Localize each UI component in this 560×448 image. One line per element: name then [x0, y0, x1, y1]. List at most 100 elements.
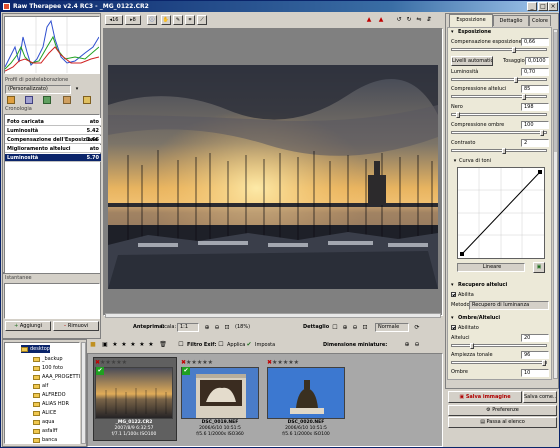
sh-tonal-width-slider[interactable]	[451, 360, 547, 366]
zoom-8-button[interactable]: ▸8	[125, 15, 141, 25]
thumb-zoom-in-icon[interactable]: ⊕	[403, 341, 411, 349]
save-profile-icon[interactable]	[25, 96, 33, 104]
flip-horizontal-icon[interactable]: ⇋	[415, 16, 423, 24]
slider-knob[interactable]	[542, 360, 546, 366]
thumb-zoom-out-icon[interactable]: ⊖	[413, 341, 421, 349]
maximize-button[interactable]: □	[538, 2, 548, 11]
set-check-icon[interactable]: ✔	[245, 341, 253, 349]
slider-knob[interactable]	[540, 130, 544, 136]
slider-knob[interactable]	[514, 77, 518, 83]
preferences-button[interactable]: ⚙ Preferenze	[448, 405, 557, 416]
brightness-field[interactable]: 0,70	[521, 68, 549, 76]
right-panel-scrollbar[interactable]	[553, 29, 558, 379]
tree-item[interactable]: alf	[33, 382, 48, 390]
preview-scrollbar[interactable]	[105, 313, 441, 318]
add-snapshot-button[interactable]: + Aggiungi	[5, 321, 51, 331]
tone-curve-editor[interactable]	[457, 167, 545, 259]
detail-refresh-icon[interactable]: ⟳	[413, 324, 421, 332]
black-field[interactable]: 198	[521, 103, 549, 111]
tab-exposure[interactable]: Esposizione	[449, 14, 493, 27]
hand-tool-icon[interactable]: ✋	[161, 15, 171, 25]
save-curve-icon[interactable]: ▣	[533, 262, 545, 273]
tree-item[interactable]: ALFREDO	[33, 391, 66, 399]
preview-area[interactable]	[103, 28, 443, 316]
section-header-highlight-recovery[interactable]: ▾ Recupero alteluci	[449, 281, 549, 290]
paste-profile-icon[interactable]	[63, 96, 71, 104]
section-header-exposure[interactable]: ▾ Esposizione	[449, 28, 549, 37]
tree-scrollbar[interactable]	[81, 342, 86, 444]
tab-color[interactable]: Colore	[529, 15, 551, 26]
tree-item[interactable]: aqua	[33, 418, 54, 426]
checkbox-checked-icon[interactable]	[451, 325, 456, 330]
close-button[interactable]: ×	[548, 2, 558, 11]
detail-mode-select[interactable]: Normale	[375, 323, 409, 332]
star-icon[interactable]: ★	[122, 359, 127, 366]
history-row[interactable]: Foto caricata ato	[5, 118, 101, 126]
zoom-fit-icon[interactable]: ⊡	[223, 324, 231, 332]
trash-icon[interactable]: 🗑	[159, 341, 167, 349]
zoom-in-icon[interactable]: ⊕	[203, 324, 211, 332]
tab-detail[interactable]: Dettaglio	[493, 15, 529, 26]
detail-zoom-out-icon[interactable]: ⊖	[351, 324, 359, 332]
slider-knob[interactable]	[522, 94, 526, 100]
star-icon[interactable]: ★	[208, 359, 213, 366]
tree-item[interactable]: asfalff	[33, 427, 57, 435]
star-3-icon[interactable]: ★	[129, 341, 137, 349]
remove-snapshot-button[interactable]: – Rimuovi	[53, 321, 99, 331]
tree-item-root[interactable]: desktop	[21, 345, 50, 353]
detail-zoom-in-icon[interactable]: ⊕	[341, 324, 349, 332]
star-icon[interactable]: ★	[294, 359, 299, 366]
exp-comp-field[interactable]: 0,66	[521, 38, 549, 46]
sh-enable-checkbox[interactable]: Abilitato	[451, 325, 479, 332]
rotate-left-icon[interactable]: ↺	[395, 16, 403, 24]
open-profile-icon[interactable]	[7, 96, 15, 104]
zoom-out-icon[interactable]: ⊖	[213, 324, 221, 332]
history-row[interactable]: Luminosità 5.42	[5, 127, 101, 135]
sh-highlights-field[interactable]: 20	[521, 334, 549, 342]
star-1-icon[interactable]: ★	[111, 341, 119, 349]
crop-icon[interactable]: ⌗	[185, 15, 195, 25]
contrast-slider[interactable]	[451, 148, 547, 154]
scroll-thumb[interactable]	[554, 32, 557, 152]
tree-item[interactable]: ALICE	[33, 409, 56, 417]
rotate-right-icon[interactable]: ↻	[405, 16, 413, 24]
thumbnail-item[interactable]: ✖★★★★★ ✔ DSC_0019.NEF 2006/6/10 10:51:5 …	[179, 359, 261, 439]
thumbnail-item[interactable]: ✖★★★★★ DSC_0020.NEF 2006/6/10 10:51:5 f/…	[265, 359, 347, 439]
curve-type-select[interactable]: Lineare	[457, 263, 525, 272]
folder-icon[interactable]: ■	[89, 341, 97, 349]
slider-knob[interactable]	[512, 47, 516, 53]
chevron-down-icon[interactable]: ▾	[73, 85, 81, 93]
apply-checkbox-icon[interactable]: ☐	[217, 341, 225, 349]
detail-checkbox-icon[interactable]: ☐	[331, 324, 339, 332]
tree-item[interactable]: banca	[33, 436, 57, 444]
slider-knob[interactable]	[470, 343, 474, 349]
tree-item[interactable]: AAA_PROGETTI	[33, 373, 80, 381]
hr-enable-checkbox[interactable]: Abilita	[451, 292, 474, 299]
black-slider[interactable]	[451, 112, 547, 118]
section-header-shadows-highlights[interactable]: ▾ Ombre/Alteluci	[449, 314, 549, 323]
sh-highlights-slider[interactable]	[451, 343, 547, 349]
tree-item[interactable]: 100 foto	[33, 364, 63, 372]
highlight-comp-slider[interactable]	[451, 94, 547, 100]
copy-profile-icon[interactable]	[43, 96, 51, 104]
star-5-icon[interactable]: ★	[147, 341, 155, 349]
star-2-icon[interactable]: ★	[120, 341, 128, 349]
chevron-down-icon[interactable]: ▾	[451, 157, 459, 165]
checkbox-checked-icon[interactable]	[451, 292, 456, 297]
profile-select[interactable]: (Personalizzato)	[5, 85, 71, 94]
slider-knob[interactable]	[456, 112, 460, 118]
scale-select[interactable]: 1:1	[177, 323, 199, 332]
thumbnail-item-selected[interactable]: ✖★★★★★ ✔ _MG_0122.CR2 2007/8/9 6:32:57 f…	[93, 357, 177, 441]
straighten-icon[interactable]: ⟋	[197, 15, 207, 25]
sh-shadows-field[interactable]: 10	[521, 369, 549, 377]
auto-levels-button[interactable]: Livelli automatici	[451, 56, 493, 66]
shadow-clip-warning-icon[interactable]: ▲	[377, 16, 385, 24]
clip-field[interactable]: 0,0100	[525, 57, 549, 65]
white-balance-picker-icon[interactable]: ✎	[173, 15, 183, 25]
brightness-slider[interactable]	[451, 77, 547, 83]
shadow-comp-field[interactable]: 100	[521, 121, 549, 129]
set-label[interactable]: Imposta	[255, 342, 275, 349]
history-row[interactable]: Compensazione dell'Esposizione 3.66	[5, 136, 101, 144]
tree-item[interactable]: ALIAS HDR	[33, 400, 69, 408]
history-row-selected[interactable]: Luminosità 5.70	[5, 154, 101, 162]
